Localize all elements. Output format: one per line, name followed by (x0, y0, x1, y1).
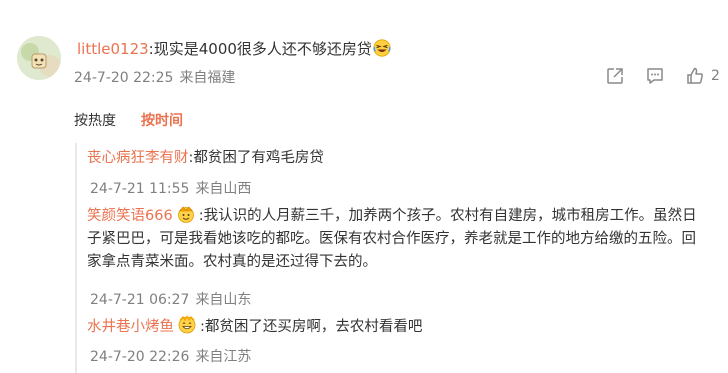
comment-date: 24-7-20 22:25 (74, 70, 174, 86)
laughing-tears-emoji (373, 39, 391, 57)
like-icon (685, 66, 705, 86)
reply-source: 来自山东 (195, 292, 252, 308)
reply-username[interactable]: 笑颜笑语666 (87, 208, 173, 224)
comment-button[interactable] (645, 66, 665, 86)
sort-by-time-tab[interactable]: 按时间 (141, 110, 183, 130)
reply-text: :都贫困了还买房啊，去农村看看吧 (200, 319, 423, 335)
main-comment-line: little0123:现实是4000很多人还不够还房贷 (77, 36, 717, 62)
grin-emoji-badge-icon (177, 315, 197, 335)
share-icon (605, 66, 625, 86)
reply-date: 24-7-21 11:55 (90, 181, 190, 197)
reply-list: 丧心病狂李有财:都贫困了有鸡毛房贷 24-7-21 11:55 来自山西 笑颜笑语… (75, 143, 717, 373)
comment-source: 来自福建 (179, 70, 236, 86)
reply-text: :都贫困了有鸡毛房贷 (188, 150, 324, 166)
crown-badge-icon (176, 204, 196, 224)
comment-text: :现实是4000很多人还不够还房贷 (148, 40, 372, 58)
sort-tabs: 按热度 按时间 (74, 110, 183, 130)
comment-actions: 2 (600, 66, 720, 86)
like-count: 2 (711, 68, 720, 84)
reply-source: 来自山西 (195, 181, 252, 197)
reply-item: 水井巷小烤鱼 :都贫困了还买房啊，去农村看看吧 (87, 315, 707, 339)
reply-meta: 24-7-20 22:26 来自江苏 (90, 346, 251, 366)
reply-meta: 24-7-21 11:55 来自山西 (90, 178, 251, 198)
comment-username[interactable]: little0123 (77, 40, 149, 58)
reply-item: 笑颜笑语666 :我认识的人月薪三千，加养两个孩子。农村有自建房，城市租房工作。… (87, 204, 707, 274)
like-button[interactable]: 2 (685, 66, 720, 86)
main-comment: little0123:现实是4000很多人还不够还房贷 (77, 36, 717, 62)
reply-username[interactable]: 水井巷小烤鱼 (87, 319, 174, 335)
comment-meta: 24-7-20 22:25 来自福建 (74, 67, 235, 87)
reply-date: 24-7-20 22:26 (90, 349, 190, 365)
reply-source: 来自江苏 (195, 349, 252, 365)
reply-date: 24-7-21 06:27 (90, 292, 190, 308)
reply-meta: 24-7-21 06:27 来自山东 (90, 289, 251, 309)
share-button[interactable] (605, 66, 625, 86)
reply-username[interactable]: 丧心病狂李有财 (87, 150, 189, 166)
sort-by-hot-tab[interactable]: 按热度 (74, 110, 116, 130)
comment-icon (645, 66, 665, 86)
reply-item: 丧心病狂李有财:都贫困了有鸡毛房贷 (87, 147, 707, 170)
avatar[interactable] (17, 36, 61, 80)
